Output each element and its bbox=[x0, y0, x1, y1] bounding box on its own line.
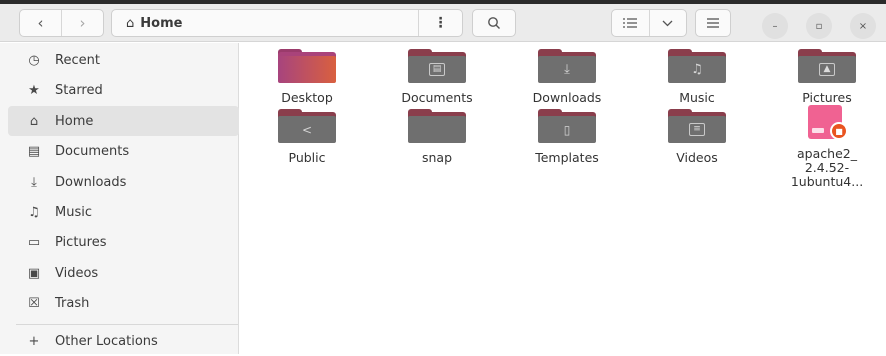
maximize-icon: ▫ bbox=[815, 20, 823, 32]
folder-public[interactable]: < Public bbox=[251, 109, 363, 165]
chevron-left-icon: ‹ bbox=[37, 14, 44, 32]
breadcrumb-home-label: Home bbox=[140, 15, 183, 31]
folder-videos[interactable]: ≡ Videos bbox=[641, 109, 753, 165]
deb-package-icon: ■ bbox=[804, 105, 850, 143]
sidebar-item-label: Starred bbox=[55, 82, 103, 98]
sidebar-item-starred[interactable]: ★ Starred bbox=[8, 75, 239, 105]
folder-icon: ▯ bbox=[538, 109, 596, 143]
sidebar: ◷ Recent ★ Starred ⌂ Home ▤ Documents ⤓ … bbox=[0, 43, 239, 354]
file-label: snap bbox=[421, 150, 453, 165]
sidebar-item-label: Home bbox=[55, 113, 94, 129]
lock-icon: ■ bbox=[830, 122, 848, 140]
path-bar[interactable]: ⌂ Home ⋮ bbox=[111, 9, 463, 37]
breadcrumb[interactable]: ⌂ Home bbox=[112, 16, 182, 31]
list-view-button[interactable] bbox=[612, 10, 649, 36]
document-icon: ▤ bbox=[429, 63, 445, 76]
chevron-right-icon: › bbox=[79, 14, 86, 32]
file-label: Documents bbox=[401, 90, 473, 105]
folder-icon: ⤓ bbox=[538, 49, 596, 83]
folder-icon: ▤ bbox=[408, 49, 466, 83]
sidebar-item-label: Recent bbox=[55, 52, 100, 68]
music-icon: ♫ bbox=[691, 62, 703, 77]
sidebar-item-home[interactable]: ⌂ Home bbox=[8, 106, 239, 136]
sidebar-item-label: Downloads bbox=[55, 174, 127, 190]
chevron-down-icon bbox=[662, 20, 673, 26]
file-manager-window: ‹ › ⌂ Home ⋮ – ▫ × ◷ Recent ★ Starred ⌂ … bbox=[0, 0, 886, 354]
video-icon: ▣ bbox=[27, 265, 41, 281]
sidebar-item-label: Videos bbox=[55, 265, 99, 281]
minimize-button[interactable]: – bbox=[762, 13, 788, 39]
list-view-icon bbox=[623, 18, 638, 28]
navigation-buttons: ‹ › bbox=[19, 9, 104, 37]
video-icon: ≡ bbox=[689, 123, 705, 136]
home-icon: ⌂ bbox=[126, 15, 135, 31]
home-icon: ⌂ bbox=[29, 113, 39, 129]
picture-icon: ▲ bbox=[819, 63, 835, 76]
file-grid: Desktop ▤ Documents ⤓ Downloads ♫ Music … bbox=[240, 43, 886, 354]
sidebar-item-recent[interactable]: ◷ Recent bbox=[8, 45, 239, 75]
picture-icon: ▭ bbox=[27, 234, 41, 250]
hamburger-icon bbox=[707, 18, 719, 28]
path-menu-button[interactable]: ⋮ bbox=[418, 10, 462, 36]
folder-icon: ♫ bbox=[668, 49, 726, 83]
view-switcher bbox=[611, 9, 687, 37]
folder-desktop[interactable]: Desktop bbox=[251, 49, 363, 105]
file-label: apache2_ 2.4.52- 1ubuntu4... bbox=[790, 146, 864, 189]
folder-icon: < bbox=[278, 109, 336, 143]
maximize-button[interactable]: ▫ bbox=[806, 13, 832, 39]
folder-icon: ▲ bbox=[798, 49, 856, 83]
sidebar-divider bbox=[16, 324, 238, 325]
folder-icon bbox=[278, 49, 336, 83]
file-apache2-deb[interactable]: ■ apache2_ 2.4.52- 1ubuntu4... bbox=[771, 105, 883, 189]
sidebar-item-other-locations[interactable]: + Other Locations bbox=[8, 326, 239, 356]
folder-music[interactable]: ♫ Music bbox=[641, 49, 753, 105]
sidebar-item-pictures[interactable]: ▭ Pictures bbox=[8, 227, 239, 257]
star-icon: ★ bbox=[28, 82, 40, 98]
main-menu-button[interactable] bbox=[695, 9, 731, 37]
sidebar-item-downloads[interactable]: ⤓ Downloads bbox=[8, 167, 239, 197]
view-options-button[interactable] bbox=[648, 10, 687, 36]
download-icon: ⤓ bbox=[564, 62, 570, 77]
download-icon: ⤓ bbox=[31, 174, 37, 190]
vertical-dots-icon: ⋮ bbox=[433, 15, 448, 31]
music-icon: ♫ bbox=[28, 204, 40, 220]
clock-icon: ◷ bbox=[28, 52, 40, 68]
forward-button[interactable]: › bbox=[61, 10, 103, 36]
share-icon: < bbox=[301, 122, 313, 137]
sidebar-item-trash[interactable]: ☒ Trash bbox=[8, 288, 239, 318]
folder-icon: ≡ bbox=[668, 109, 726, 143]
sidebar-item-videos[interactable]: ▣ Videos bbox=[8, 258, 239, 288]
document-icon: ▤ bbox=[27, 143, 41, 159]
folder-downloads[interactable]: ⤓ Downloads bbox=[511, 49, 623, 105]
file-label: Downloads bbox=[532, 90, 602, 105]
folder-documents[interactable]: ▤ Documents bbox=[381, 49, 493, 105]
sidebar-item-label: Music bbox=[55, 204, 92, 220]
sidebar-item-label: Other Locations bbox=[55, 333, 158, 349]
file-label: Pictures bbox=[802, 90, 852, 105]
plus-icon: + bbox=[28, 333, 40, 349]
folder-icon bbox=[408, 109, 466, 143]
file-label: Desktop bbox=[281, 90, 333, 105]
close-button[interactable]: × bbox=[850, 13, 876, 39]
sidebar-item-label: Trash bbox=[55, 295, 90, 311]
sidebar-item-label: Pictures bbox=[55, 234, 107, 250]
search-button[interactable] bbox=[472, 9, 516, 37]
folder-snap[interactable]: snap bbox=[381, 109, 493, 165]
minimize-icon: – bbox=[772, 20, 778, 32]
sidebar-item-label: Documents bbox=[55, 143, 130, 159]
trash-icon: ☒ bbox=[28, 295, 40, 311]
back-button[interactable]: ‹ bbox=[20, 10, 61, 36]
template-icon: ▯ bbox=[563, 122, 571, 137]
folder-templates[interactable]: ▯ Templates bbox=[511, 109, 623, 165]
header-bar: ‹ › ⌂ Home ⋮ – ▫ × bbox=[0, 4, 886, 42]
file-label: Music bbox=[679, 90, 715, 105]
search-icon bbox=[488, 17, 500, 29]
folder-pictures[interactable]: ▲ Pictures bbox=[771, 49, 883, 105]
file-label: Videos bbox=[676, 150, 718, 165]
sidebar-item-documents[interactable]: ▤ Documents bbox=[8, 136, 239, 166]
sidebar-item-music[interactable]: ♫ Music bbox=[8, 197, 239, 227]
close-icon: × bbox=[858, 20, 868, 32]
file-label: Public bbox=[288, 150, 326, 165]
file-label: Templates bbox=[535, 150, 599, 165]
